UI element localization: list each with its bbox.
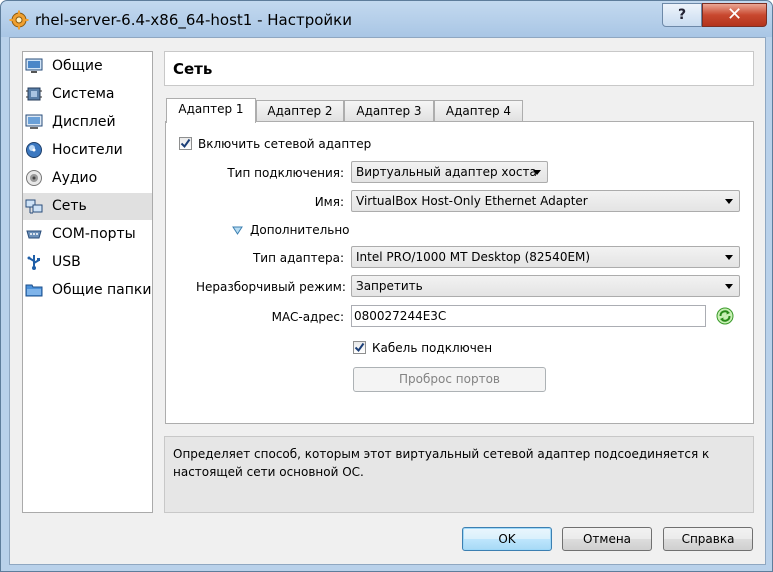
sidebar-item-label: Носители bbox=[52, 142, 123, 158]
attachment-type-value: Виртуальный адаптер хоста bbox=[356, 165, 537, 179]
sidebar-item-general[interactable]: Общие bbox=[23, 53, 152, 80]
sidebar-item-audio[interactable]: Аудио bbox=[23, 165, 152, 192]
sidebar-item-usb[interactable]: USB bbox=[23, 249, 152, 276]
chevron-down-icon bbox=[725, 199, 733, 204]
promiscuous-mode-label: Неразборчивый режим: bbox=[196, 280, 346, 294]
storage-disc-icon bbox=[26, 142, 42, 158]
serial-port-icon bbox=[26, 230, 42, 239]
settings-window: rhel-server-6.4-x86_64-host1 - Настройки… bbox=[0, 0, 773, 572]
sidebar-item-label: Система bbox=[52, 86, 115, 102]
chevron-down-icon bbox=[533, 170, 541, 175]
sidebar-item-storage[interactable]: Носители bbox=[23, 137, 152, 164]
attachment-type-select[interactable]: Виртуальный адаптер хоста bbox=[351, 161, 548, 183]
tab-adapter-1[interactable]: Адаптер 1 bbox=[166, 98, 256, 123]
settings-sidebar: Общие Система Дисплей Носители Аудио Сет… bbox=[22, 51, 153, 513]
sidebar-item-shared-folders[interactable]: Общие папки bbox=[23, 277, 152, 304]
display-monitor-icon bbox=[25, 114, 43, 129]
dialog-client-area: Общие Система Дисплей Носители Аудио Сет… bbox=[9, 37, 766, 565]
virtualbox-gear-icon bbox=[9, 10, 29, 30]
checkmark-icon bbox=[354, 342, 365, 353]
page-title: Сеть bbox=[173, 60, 213, 78]
adapter-name-value: VirtualBox Host-Only Ethernet Adapter bbox=[356, 194, 588, 208]
help-button[interactable]: Справка bbox=[663, 527, 753, 551]
description-box: Определяет способ, которым этот виртуаль… bbox=[164, 436, 754, 513]
shared-folder-icon bbox=[25, 284, 43, 297]
tab-adapter-2[interactable]: Адаптер 2 bbox=[256, 100, 344, 122]
promiscuous-mode-select[interactable]: Запретить bbox=[351, 275, 740, 297]
tab-adapter-3[interactable]: Адаптер 3 bbox=[344, 100, 434, 122]
sidebar-item-system[interactable]: Система bbox=[23, 81, 152, 108]
mac-address-field[interactable] bbox=[351, 305, 706, 327]
promiscuous-mode-value: Запретить bbox=[356, 279, 423, 293]
sidebar-item-label: Дисплей bbox=[52, 114, 116, 130]
chevron-down-icon bbox=[725, 255, 733, 260]
sidebar-item-network[interactable]: Сеть bbox=[23, 193, 152, 220]
general-monitor-icon bbox=[25, 58, 43, 73]
adapter-name-label: Имя: bbox=[314, 195, 344, 209]
ok-button[interactable]: OK bbox=[462, 527, 552, 551]
checkmark-icon bbox=[180, 138, 191, 149]
tab-adapter-4[interactable]: Адаптер 4 bbox=[434, 100, 523, 122]
title-bar[interactable]: rhel-server-6.4-x86_64-host1 - Настройки… bbox=[1, 1, 772, 37]
adapter-type-value: Intel PRO/1000 MT Desktop (82540EM) bbox=[356, 250, 591, 264]
usb-icon bbox=[27, 255, 40, 270]
mac-address-label: MAC-адрес: bbox=[271, 310, 344, 324]
sidebar-item-label: Сеть bbox=[52, 198, 87, 214]
sidebar-item-com-ports[interactable]: COM-порты bbox=[23, 221, 152, 248]
window-title: rhel-server-6.4-x86_64-host1 - Настройки bbox=[35, 11, 352, 29]
adapter-type-select[interactable]: Intel PRO/1000 MT Desktop (82540EM) bbox=[351, 246, 740, 268]
cancel-button[interactable]: Отмена bbox=[562, 527, 652, 551]
sidebar-item-label: USB bbox=[52, 254, 81, 270]
sidebar-item-label: Общие bbox=[52, 58, 103, 74]
adapter-type-label: Тип адаптера: bbox=[252, 251, 344, 265]
adapter-panel: Включить сетевой адаптер Тип подключения… bbox=[165, 121, 754, 424]
close-button[interactable]: ✕ bbox=[702, 3, 767, 27]
description-text: Определяет способ, которым этот виртуаль… bbox=[173, 447, 710, 479]
attachment-type-label: Тип подключения: bbox=[227, 166, 344, 180]
network-icon bbox=[25, 199, 43, 214]
chevron-down-icon bbox=[725, 284, 733, 289]
sidebar-item-label: Аудио bbox=[52, 170, 98, 186]
enable-adapter-label[interactable]: Включить сетевой адаптер bbox=[198, 137, 371, 151]
expand-triangle-icon[interactable] bbox=[232, 226, 243, 235]
port-forwarding-button[interactable]: Проброс портов bbox=[353, 367, 546, 392]
refresh-mac-icon[interactable] bbox=[716, 307, 734, 325]
sidebar-item-label: COM-порты bbox=[52, 226, 136, 242]
mac-address-input[interactable] bbox=[354, 307, 672, 325]
cable-connected-label[interactable]: Кабель подключен bbox=[372, 341, 492, 355]
audio-speaker-icon bbox=[26, 170, 42, 186]
sidebar-item-label: Общие папки bbox=[52, 282, 152, 298]
system-chip-icon bbox=[26, 87, 42, 101]
advanced-toggle-label[interactable]: Дополнительно bbox=[250, 223, 350, 237]
section-header: Сеть bbox=[164, 51, 754, 86]
sidebar-item-display[interactable]: Дисплей bbox=[23, 109, 152, 136]
adapter-name-select[interactable]: VirtualBox Host-Only Ethernet Adapter bbox=[351, 190, 740, 212]
enable-adapter-checkbox[interactable] bbox=[179, 137, 192, 150]
title-help-button[interactable]: ? bbox=[662, 3, 702, 27]
cable-connected-checkbox[interactable] bbox=[353, 341, 366, 354]
